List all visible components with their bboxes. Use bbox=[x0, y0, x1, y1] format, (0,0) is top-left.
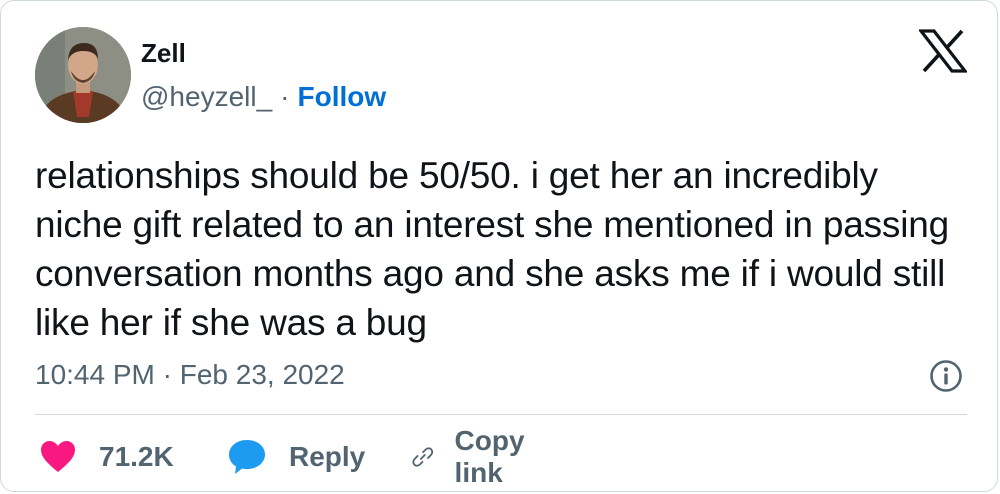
copy-link-button[interactable]: Copy link bbox=[411, 425, 537, 488]
copy-link-label: Copy link bbox=[454, 425, 525, 488]
like-button[interactable]: 71.2K bbox=[39, 437, 174, 477]
like-count: 71.2K bbox=[99, 441, 174, 472]
info-icon[interactable] bbox=[929, 359, 963, 393]
speech-bubble-icon bbox=[229, 440, 265, 474]
divider bbox=[35, 414, 967, 415]
avatar-photo bbox=[35, 27, 131, 123]
follow-button[interactable]: Follow bbox=[297, 81, 386, 112]
tweet-text: relationships should be 50/50. i get her… bbox=[35, 155, 949, 343]
reply-label: Reply bbox=[289, 441, 366, 472]
link-icon bbox=[412, 447, 434, 467]
heart-icon bbox=[41, 441, 75, 472]
tweet-card: Zell @heyzell_ · Follow relationships shou… bbox=[0, 0, 998, 492]
reply-button[interactable]: Reply bbox=[227, 437, 365, 477]
tweet-timestamp[interactable]: 10:44 PM · Feb 23, 2022 bbox=[35, 359, 345, 391]
avatar[interactable] bbox=[35, 27, 131, 123]
author-handle[interactable]: @heyzell_ bbox=[141, 81, 272, 112]
author-handle-row: @heyzell_ · Follow bbox=[141, 81, 386, 113]
author-name[interactable]: Zell bbox=[141, 38, 186, 69]
x-logo-icon[interactable] bbox=[917, 29, 969, 73]
separator-dot: · bbox=[280, 81, 290, 112]
